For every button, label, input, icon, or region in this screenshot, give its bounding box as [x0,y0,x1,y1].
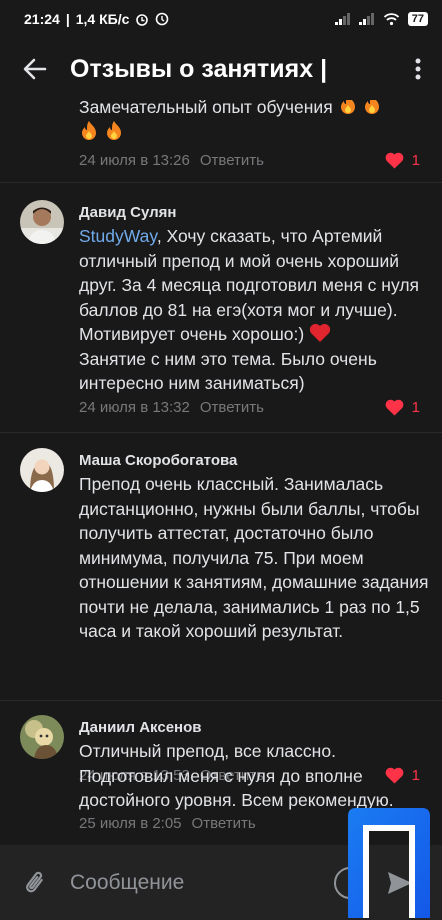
clock-icon [156,12,169,26]
attach-button[interactable] [0,845,70,920]
comment-meta: 24 июля в 13:32 Ответить [79,399,264,416]
comment-meta: 25 июля в 2:05 Ответить [79,815,256,832]
heart-icon [385,399,404,416]
comment-text: Препод очень классный. Занималась дистан… [79,474,429,641]
back-button[interactable] [0,38,70,100]
battery-level: 77 [407,12,428,26]
avatar[interactable] [20,448,64,492]
comment-date: 24 июля в 13:26 [79,152,190,169]
wifi-icon [383,13,399,26]
heart-emoji-icon [309,323,331,342]
fire-icon [365,100,380,114]
mention-link[interactable]: StudyWay [79,226,157,246]
like-count: 1 [411,152,420,169]
page-title: Отзывы о занятиях | [70,54,328,83]
studyway-logo [348,808,430,918]
heart-icon [385,152,404,169]
signal-icon [334,13,351,25]
like-count: 1 [411,399,420,416]
signal-2-icon [358,13,375,25]
fire-icon [82,120,96,140]
status-bar: 21:24 | 1,4 КБ/с 77 [0,0,442,38]
message-input[interactable]: Сообщение [70,871,334,895]
reply-button[interactable]: Ответить [200,399,264,416]
comment-text: StudyWay, Хочу сказать, что Артемий отли… [79,226,420,393]
status-separator: | [65,11,70,27]
alarm-icon [136,14,149,26]
fire-icon [340,100,355,114]
comment-text: Замечательный опыт обучения [79,100,429,145]
divider [0,432,442,433]
reply-button[interactable]: Ответить [192,815,256,832]
comment-author[interactable]: Маша Скоробогатова [79,452,237,469]
divider [0,182,442,183]
paperclip-icon [26,871,43,892]
divider [0,700,442,701]
avatar[interactable] [20,200,64,244]
status-time: 21:24 [24,11,60,27]
like-button[interactable]: 1 [385,399,420,416]
more-vertical-icon [415,58,421,80]
like-button[interactable]: 1 [385,152,420,169]
comment-author[interactable]: Давид Сулян [79,204,176,221]
status-speed: 1,4 КБ/с [75,11,130,27]
comment-text: Отличный препод, все классно. Подготовил… [79,741,394,810]
reply-button[interactable]: Ответить [200,152,264,169]
comments-feed[interactable]: Замечательный опыт обучения 24 июля в 13… [0,100,442,845]
avatar[interactable] [20,715,64,759]
comment-date: 24 июля в 13:32 [79,399,190,416]
more-options-button[interactable] [394,38,442,100]
comment-meta: 24 июля в 13:26 Ответить [79,152,264,169]
comment-author[interactable]: Даниил Аксенов [79,719,202,736]
top-bar: Отзывы о занятиях | [0,38,442,100]
comment-date: 25 июля в 2:05 [79,815,182,832]
back-arrow-icon [23,58,47,80]
fire-icon [106,120,121,140]
